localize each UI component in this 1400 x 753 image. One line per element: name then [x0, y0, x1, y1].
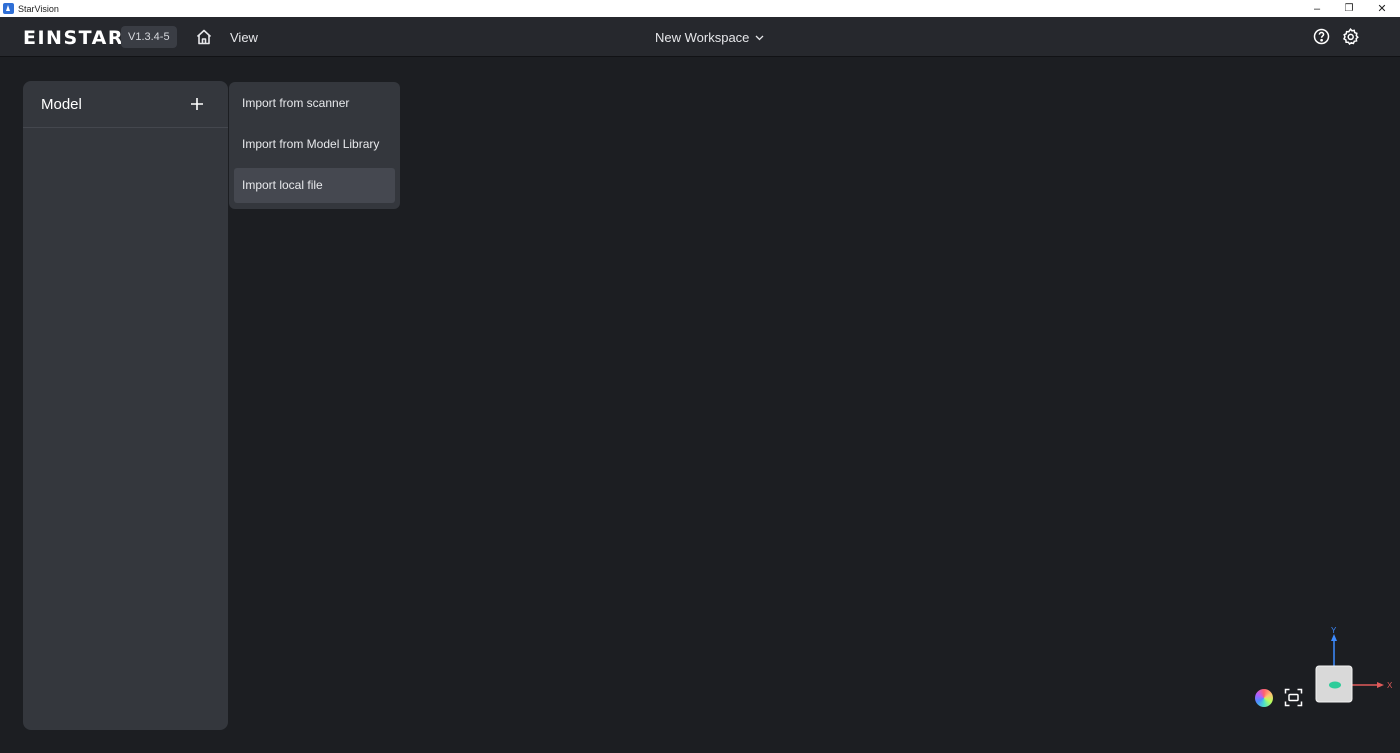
app-icon — [3, 3, 14, 14]
chevron-down-icon — [755, 35, 764, 40]
window-title: StarVision — [18, 3, 59, 14]
color-palette-button[interactable] — [1255, 689, 1273, 707]
add-model-button[interactable] — [189, 96, 205, 112]
minimize-button[interactable]: – — [1300, 0, 1334, 17]
gear-icon — [1343, 28, 1359, 46]
model-preview — [1329, 681, 1341, 689]
restore-button[interactable]: ❐ — [1332, 0, 1366, 17]
model-panel: Model — [23, 81, 228, 730]
help-icon — [1313, 28, 1330, 45]
plus-icon — [191, 98, 203, 110]
menu-item-import-local-file[interactable]: Import local file — [234, 168, 395, 203]
workspace-label: New Workspace — [655, 30, 750, 45]
orientation-axis-widget[interactable]: Y X — [1310, 624, 1394, 708]
home-button[interactable] — [195, 28, 213, 46]
home-icon — [196, 29, 212, 45]
einstar-logo: EINSTAR — [23, 27, 124, 49]
model-panel-header: Model — [23, 81, 228, 128]
app-toolbar: EINSTAR V1.3.4-5 View New Workspace — [0, 17, 1400, 57]
fit-view-icon — [1284, 688, 1303, 707]
version-badge: V1.3.4-5 — [121, 26, 177, 48]
x-axis-label: X — [1387, 681, 1393, 690]
model-panel-title: Model — [41, 96, 82, 113]
window-titlebar: StarVision – ❐ ✕ — [0, 0, 1400, 17]
y-axis-arrow — [1331, 634, 1337, 641]
help-button[interactable] — [1313, 28, 1330, 45]
close-button[interactable]: ✕ — [1365, 0, 1399, 17]
import-menu: Import from scanner Import from Model Li… — [229, 82, 400, 209]
x-axis-arrow — [1377, 682, 1384, 688]
menu-item-import-from-model-library[interactable]: Import from Model Library — [234, 127, 395, 162]
view-menu-button[interactable]: View — [230, 30, 258, 45]
workspace-selector[interactable]: New Workspace — [655, 30, 764, 45]
menu-item-import-from-scanner[interactable]: Import from scanner — [234, 86, 395, 121]
y-axis-label: Y — [1331, 626, 1337, 635]
settings-button[interactable] — [1342, 28, 1359, 46]
fit-view-button[interactable] — [1284, 688, 1303, 707]
